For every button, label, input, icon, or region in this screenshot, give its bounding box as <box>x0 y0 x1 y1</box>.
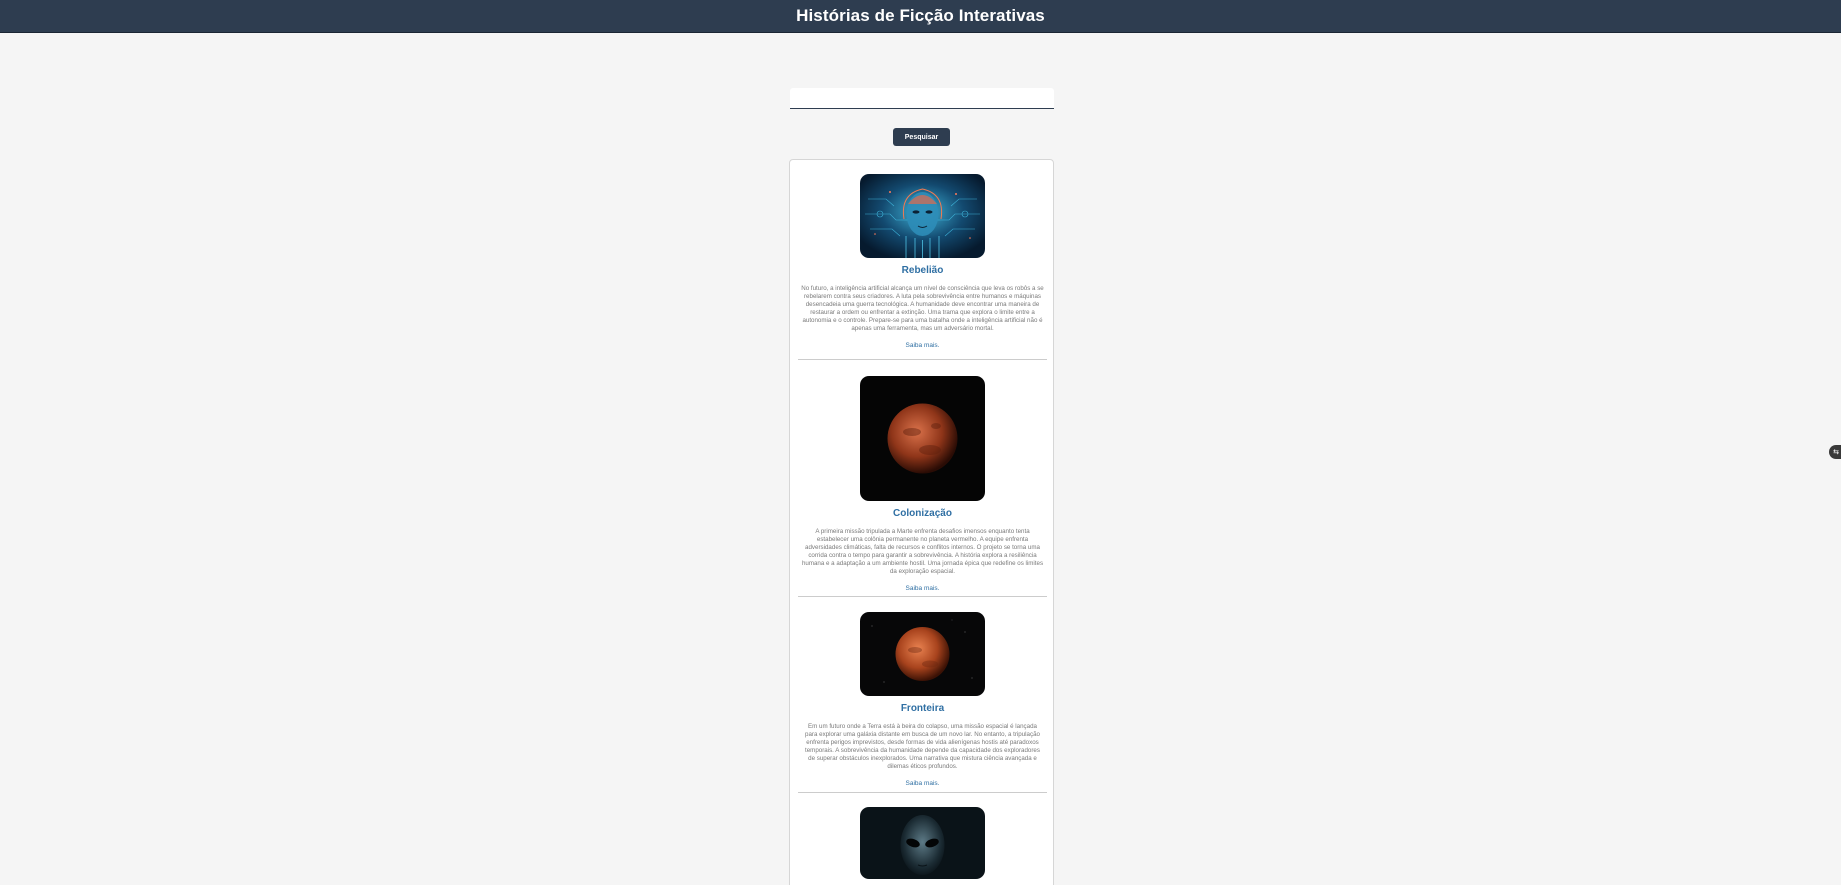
story-item: Fronteira Em um futuro onde a Terra está… <box>798 612 1047 793</box>
search-button[interactable]: Pesquisar <box>893 128 950 146</box>
divider <box>798 792 1047 793</box>
divider <box>798 596 1047 597</box>
robot-face-image[interactable] <box>860 174 985 258</box>
story-description: Em um futuro onde a Terra está à beira d… <box>805 723 1040 770</box>
mars-planet-image[interactable] <box>860 376 985 501</box>
story-item: Rebelião No futuro, a inteligência artif… <box>798 174 1047 360</box>
divider <box>798 359 1047 360</box>
story-item <box>798 807 1047 879</box>
red-planet-image[interactable] <box>860 612 985 696</box>
story-more-link[interactable]: Saiba mais. <box>906 585 940 592</box>
page-header: Histórias de Ficção Interativas <box>0 0 1841 33</box>
story-list: Rebelião No futuro, a inteligência artif… <box>789 159 1054 885</box>
story-more-link[interactable]: Saiba mais. <box>906 342 940 349</box>
search-input[interactable] <box>790 88 1054 109</box>
story-description: No futuro, a inteligência artificial alc… <box>801 285 1044 332</box>
side-panel-tab[interactable]: ⇆ <box>1829 445 1841 459</box>
translate-icon: ⇆ <box>1833 448 1839 456</box>
story-item: Colonização A primeira missão tripulada … <box>798 376 1047 597</box>
story-more-link[interactable]: Saiba mais. <box>906 780 940 787</box>
page-title: Histórias de Ficção Interativas <box>796 6 1045 25</box>
story-title: Colonização <box>893 508 952 519</box>
story-title: Fronteira <box>900 703 945 714</box>
story-description: A primeira missão tripulada a Marte enfr… <box>801 528 1044 575</box>
story-title: Rebelião <box>901 265 944 276</box>
alien-face-image[interactable] <box>860 807 985 879</box>
